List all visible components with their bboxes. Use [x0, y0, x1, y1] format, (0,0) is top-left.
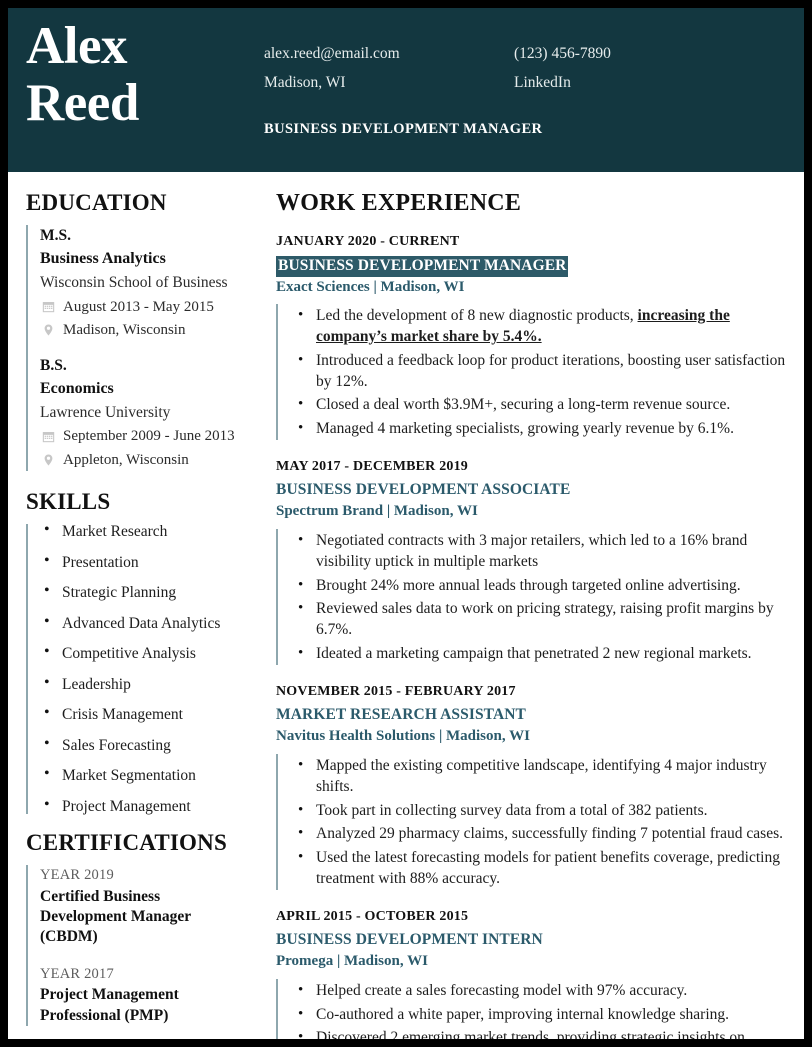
work-experience-heading: WORK EXPERIENCE	[276, 190, 522, 216]
education-dates-row: August 2013 - May 2015	[40, 296, 250, 319]
skill-item: Market Research	[40, 523, 250, 540]
contact-column-right: (123) 456-7890 LinkedIn	[514, 40, 764, 97]
location-pin-icon	[40, 453, 56, 468]
certification-entry: YEAR 2019 Certified Business Development…	[40, 865, 250, 947]
contact-rows: alex.reed@email.com Madison, WI (123) 45…	[264, 40, 804, 97]
certifications-heading: CERTIFICATIONS	[26, 830, 227, 856]
education-degree: B.S.	[40, 356, 67, 374]
contact-email[interactable]: alex.reed@email.com	[264, 40, 514, 69]
skills-block: Market Research Presentation Strategic P…	[26, 523, 250, 815]
resume-header: Alex Reed alex.reed@email.com Madison, W…	[8, 8, 804, 172]
main-column: WORK EXPERIENCE JANUARY 2020 - CURRENT B…	[264, 172, 804, 1039]
job-bullet: Took part in collecting survey data from…	[278, 800, 790, 822]
header-job-title: BUSINESS DEVELOPMENT MANAGER	[264, 121, 543, 138]
job-company: Exact Sciences | Madison, WI	[276, 278, 465, 295]
last-name: Reed	[26, 74, 139, 133]
contact-column-left: alex.reed@email.com Madison, WI	[264, 40, 514, 97]
job-title: BUSINESS DEVELOPMENT MANAGER	[276, 255, 569, 277]
job-bullet: Co-authored a white paper, improving int…	[278, 1004, 790, 1026]
job-bullet: Used the latest forecasting models for p…	[278, 847, 790, 890]
job-entry: MAY 2017 - DECEMBER 2019 BUSINESS DEVELO…	[276, 454, 790, 665]
education-entry: M.S. Business Analytics Wisconsin School…	[40, 225, 250, 342]
calendar-icon	[40, 299, 56, 314]
skill-item: Leadership	[40, 675, 250, 693]
location-pin-icon	[40, 323, 56, 338]
skills-heading: SKILLS	[26, 489, 111, 515]
certification-name: Certified Business Development Manager (…	[40, 888, 191, 946]
job-bullets: Led the development of 8 new diagnostic …	[276, 304, 790, 440]
job-entry: JANUARY 2020 - CURRENT BUSINESS DEVELOPM…	[276, 229, 790, 440]
job-bullet: Helped create a sales forecasting model …	[278, 980, 790, 1002]
job-bullet: Discovered 2 emerging market trends, pro…	[278, 1027, 790, 1039]
education-degree: M.S.	[40, 227, 71, 244]
education-entry: B.S. Economics Lawrence University Septe…	[40, 355, 250, 472]
resume-body: EDUCATION M.S. Business Analytics Wiscon…	[8, 172, 804, 1039]
job-bullets: Helped create a sales forecasting model …	[276, 978, 790, 1039]
certifications-block: YEAR 2019 Certified Business Development…	[26, 865, 250, 1026]
job-bullet: Introduced a feedback loop for product i…	[278, 350, 790, 393]
job-dates: JANUARY 2020 - CURRENT	[276, 234, 460, 249]
skill-item: Sales Forecasting	[40, 736, 250, 754]
education-heading: EDUCATION	[26, 190, 167, 215]
job-bullet-text: Led the development of 8 new diagnostic …	[316, 307, 638, 325]
education-location-row: Appleton, Wisconsin	[40, 449, 250, 472]
education-dates-row: September 2009 - June 2013	[40, 425, 250, 448]
education-location: Madison, Wisconsin	[63, 322, 186, 339]
job-dates: APRIL 2015 - OCTOBER 2015	[276, 908, 469, 924]
job-bullets: Mapped the existing competitive landscap…	[276, 753, 790, 890]
job-entry: APRIL 2015 - OCTOBER 2015 BUSINESS DEVEL…	[276, 904, 790, 1039]
job-dates: NOVEMBER 2015 - FEBRUARY 2017	[276, 683, 516, 699]
education-dates: September 2009 - June 2013	[63, 428, 235, 445]
skill-item: Advanced Data Analytics	[40, 614, 250, 632]
job-bullet: Analyzed 29 pharmacy claims, successfull…	[278, 823, 790, 845]
skill-item: Project Management	[40, 797, 250, 815]
job-title: BUSINESS DEVELOPMENT ASSOCIATE	[276, 481, 571, 499]
contact-block: alex.reed@email.com Madison, WI (123) 45…	[264, 18, 804, 172]
skill-item: Crisis Management	[40, 706, 250, 723]
skill-item: Strategic Planning	[40, 584, 250, 601]
certification-entry: YEAR 2017 Project Management Professiona…	[40, 964, 250, 1026]
education-school: Lawrence University	[40, 404, 171, 422]
certification-name: Project Management Professional (PMP)	[40, 986, 179, 1024]
education-school: Wisconsin School of Business	[40, 274, 228, 292]
skill-item: Presentation	[40, 553, 250, 571]
job-bullet: Mapped the existing competitive landscap…	[278, 755, 790, 798]
skill-item: Competitive Analysis	[40, 645, 250, 662]
job-title: MARKET RESEARCH ASSISTANT	[276, 706, 526, 724]
contact-location: Madison, WI	[264, 73, 346, 91]
job-entry: NOVEMBER 2015 - FEBRUARY 2017 MARKET RES…	[276, 679, 790, 890]
skills-list: Market Research Presentation Strategic P…	[40, 523, 250, 815]
resume-page: Alex Reed alex.reed@email.com Madison, W…	[8, 8, 804, 1039]
job-company: Promega | Madison, WI	[276, 953, 428, 970]
education-location-row: Madison, Wisconsin	[40, 319, 250, 342]
job-bullet: Managed 4 marketing specialists, growing…	[278, 418, 790, 440]
job-bullet: Reviewed sales data to work on pricing s…	[278, 598, 790, 641]
education-field: Economics	[40, 380, 114, 398]
first-name: Alex	[26, 17, 128, 75]
education-block: M.S. Business Analytics Wisconsin School…	[26, 225, 250, 472]
job-bullet: Led the development of 8 new diagnostic …	[278, 305, 790, 348]
certification-year: YEAR 2017	[40, 965, 114, 982]
job-bullet: Negotiated contracts with 3 major retail…	[278, 530, 790, 573]
job-bullet: Brought 24% more annual leads through ta…	[278, 575, 790, 597]
contact-linkedin-link[interactable]: LinkedIn	[514, 69, 764, 98]
name-block: Alex Reed	[8, 17, 264, 172]
job-company: Spectrum Brand | Madison, WI	[276, 503, 478, 520]
job-title: BUSINESS DEVELOPMENT INTERN	[276, 931, 543, 949]
calendar-icon	[40, 429, 56, 444]
sidebar-column: EDUCATION M.S. Business Analytics Wiscon…	[8, 172, 264, 1039]
education-dates: August 2013 - May 2015	[63, 298, 214, 315]
job-bullet: Closed a deal worth $3.9M+, securing a l…	[278, 394, 790, 416]
certification-year: YEAR 2019	[40, 867, 114, 884]
job-bullets: Negotiated contracts with 3 major retail…	[276, 529, 790, 665]
job-dates: MAY 2017 - DECEMBER 2019	[276, 458, 468, 474]
job-company: Navitus Health Solutions | Madison, WI	[276, 728, 530, 745]
job-bullet: Ideated a marketing campaign that penetr…	[278, 643, 790, 665]
education-field: Business Analytics	[40, 250, 166, 268]
contact-phone[interactable]: (123) 456-7890	[514, 40, 764, 69]
education-location: Appleton, Wisconsin	[63, 451, 189, 468]
skill-item: Market Segmentation	[40, 767, 250, 784]
